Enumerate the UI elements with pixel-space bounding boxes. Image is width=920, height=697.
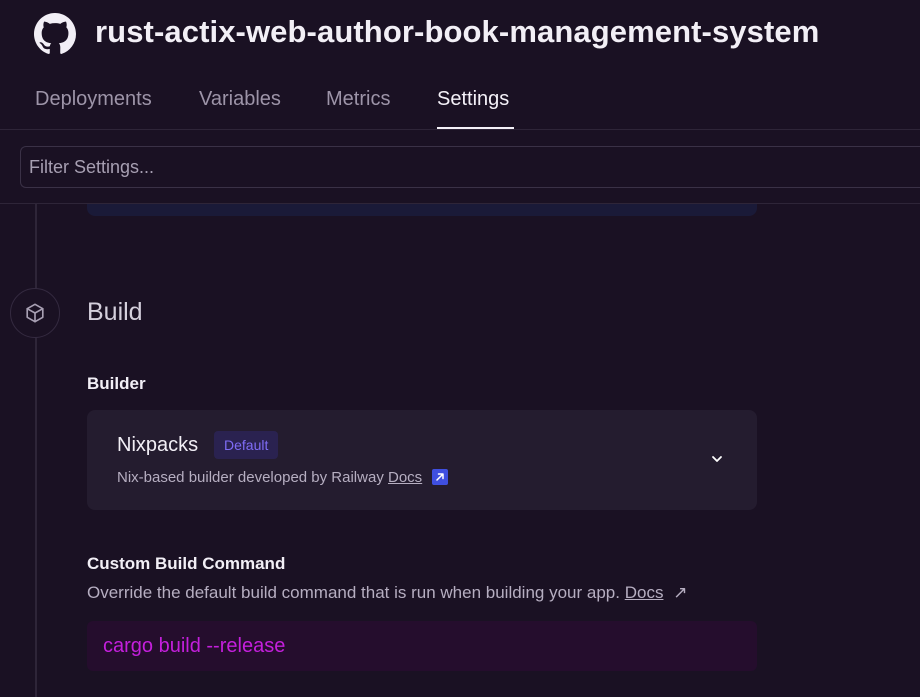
builder-name: Nixpacks [117,434,199,456]
build-section-title: Build [87,298,143,326]
previous-section-card [87,204,757,216]
tab-variables[interactable]: Variables [199,88,281,111]
builder-description: Nix-based builder developed by Railway D… [117,469,449,486]
custom-build-command-description-text: Override the default build command that … [87,583,620,602]
tab-bar: Deployments Variables Metrics Settings [0,78,920,130]
external-arrow-icon: ↗ [673,583,688,602]
custom-build-command-input[interactable]: cargo build --release [87,621,757,671]
timeline-line [35,204,37,697]
service-header: rust-actix-web-author-book-management-sy… [0,0,920,130]
builder-docs-link[interactable]: Docs [388,469,422,486]
custom-build-docs-link[interactable]: Docs [625,583,664,602]
default-badge: Default [214,431,279,459]
service-title: rust-actix-web-author-book-management-sy… [95,14,820,49]
filter-settings-input[interactable] [20,146,920,188]
custom-build-command-description: Override the default build command that … [87,583,687,603]
builder-select[interactable]: Nixpacks Default Nix-based builder devel… [87,410,757,510]
builder-description-text: Nix-based builder developed by Railway [117,469,384,486]
filter-bar [0,131,920,204]
custom-build-command-value: cargo build --release [103,634,286,657]
cube-icon [26,303,44,323]
custom-build-command-label: Custom Build Command [87,554,286,573]
tab-metrics[interactable]: Metrics [326,88,390,111]
build-section-marker [10,288,60,338]
chevron-down-icon[interactable] [709,451,725,467]
app-window: rust-actix-web-author-book-management-sy… [0,0,920,697]
external-link-icon[interactable] [432,469,449,485]
builder-label: Builder [87,374,146,393]
tab-settings[interactable]: Settings [437,88,509,111]
active-tab-indicator [437,127,514,129]
tab-deployments[interactable]: Deployments [35,88,152,111]
github-icon [34,13,76,54]
